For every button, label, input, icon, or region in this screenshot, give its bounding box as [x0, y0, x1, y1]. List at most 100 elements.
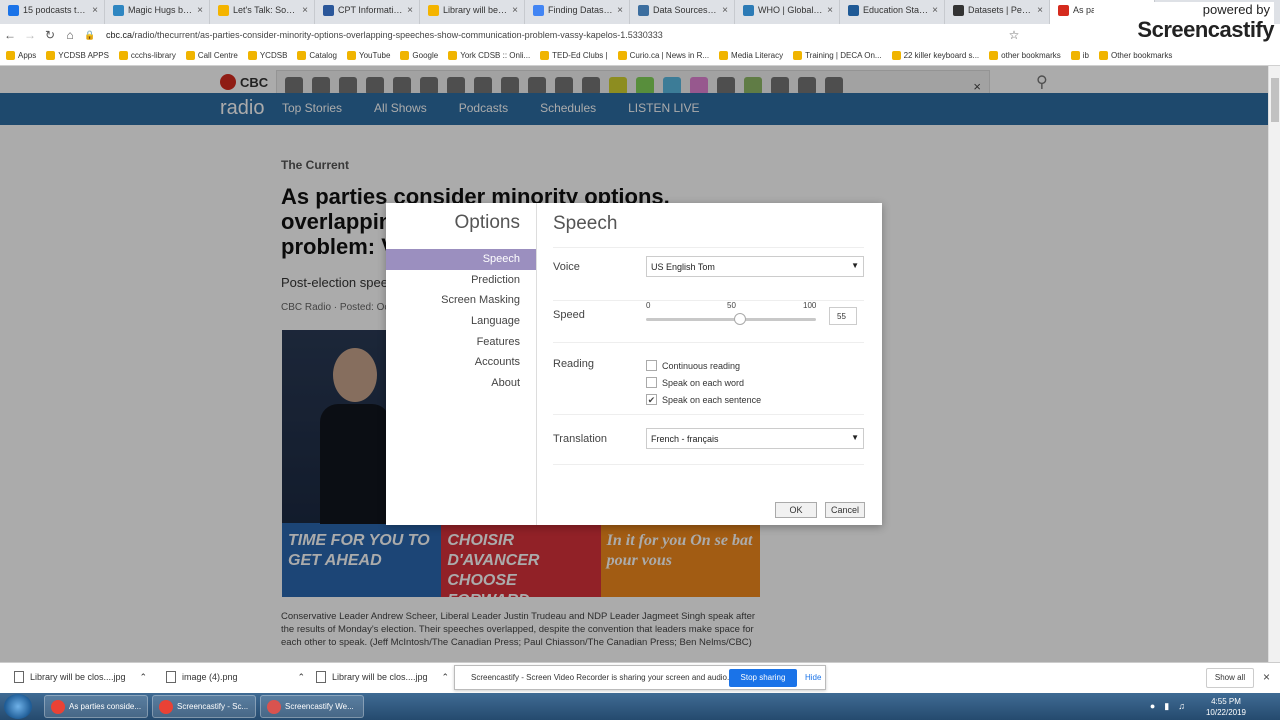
close-tab-icon[interactable]: × — [722, 5, 728, 16]
close-tab-icon[interactable]: × — [932, 5, 938, 16]
taskbar-button[interactable]: As parties conside... — [44, 695, 148, 718]
browser-tab[interactable]: Education Statisti × — [840, 0, 945, 24]
options-menu-language[interactable]: Language — [386, 311, 536, 332]
translation-select[interactable]: French - français ▼ — [646, 428, 864, 449]
checkbox[interactable] — [646, 377, 657, 388]
close-tab-icon[interactable]: × — [197, 5, 203, 16]
bookmark-item[interactable]: YCDSB APPS — [46, 51, 109, 60]
options-menu-prediction[interactable]: Prediction — [386, 270, 536, 291]
screen-sharing-notice: Screencastify - Screen Video Recorder is… — [454, 665, 826, 690]
network-icon[interactable]: ▮ — [1164, 701, 1169, 712]
options-menu-about[interactable]: About — [386, 373, 536, 394]
bookmark-item[interactable]: ib — [1070, 51, 1089, 60]
checkbox[interactable]: ✔ — [646, 394, 657, 405]
bookmark-item[interactable]: York CDSB :: Onli... — [448, 51, 530, 60]
bookmark-label: Other bookmarks — [1110, 51, 1173, 60]
chevron-up-icon[interactable]: ⌃ — [298, 672, 306, 683]
bookmark-item[interactable]: Call Centre — [185, 51, 238, 60]
close-tab-icon[interactable]: × — [512, 5, 518, 16]
bookmark-item[interactable]: TED-Ed Clubs | — [540, 51, 608, 60]
speed-slider-handle[interactable] — [733, 313, 746, 325]
speed-slider-track[interactable] — [646, 313, 816, 325]
reading-option[interactable]: Continuous reading — [646, 360, 740, 371]
cancel-button[interactable]: Cancel — [825, 502, 865, 518]
reload-icon[interactable]: ↻ — [40, 28, 60, 42]
options-title: Options — [454, 212, 520, 233]
voice-select[interactable]: US English Tom ▼ — [646, 256, 864, 277]
download-item[interactable]: Library will be clos....jpg ⌃ — [14, 671, 147, 683]
bookmark-item[interactable]: Catalog — [297, 51, 337, 60]
windows-start-icon[interactable] — [4, 694, 32, 719]
bookmark-item[interactable]: YCDSB — [247, 51, 287, 60]
scrollbar-thumb[interactable] — [1271, 78, 1279, 122]
close-tab-icon[interactable]: × — [407, 5, 413, 16]
reading-option[interactable]: Speak on each word — [646, 377, 744, 388]
taskbar-clock[interactable]: 4:55 PM 10/22/2019 — [1206, 696, 1246, 718]
close-tab-icon[interactable]: × — [617, 5, 623, 16]
close-tab-icon[interactable]: × — [302, 5, 308, 16]
url-field[interactable]: cbc.ca/radio/thecurrent/as-parties-consi… — [106, 30, 886, 40]
browser-tab[interactable]: Library will be clo × — [420, 0, 525, 24]
tab-title: Library will be clo — [443, 5, 509, 15]
bookmark-label: 22 killer keyboard s... — [903, 51, 980, 60]
browser-tab[interactable]: Let's Talk: Social × — [210, 0, 315, 24]
download-item[interactable]: image (4).png ⌃ — [166, 671, 305, 683]
taskbar-button[interactable]: Screencastify We... — [260, 695, 364, 718]
bookmark-item[interactable]: Media Literacy — [719, 51, 783, 60]
checkbox[interactable] — [646, 360, 657, 371]
reading-option[interactable]: ✔ Speak on each sentence — [646, 394, 761, 405]
taskbar-button[interactable]: Screencastify - Sc... — [152, 695, 256, 718]
options-menu-speech[interactable]: Speech — [386, 249, 536, 270]
mic-icon[interactable]: ● — [1150, 701, 1155, 712]
bookmark-item[interactable]: ccchs-library — [118, 51, 176, 60]
chevron-up-icon[interactable]: ⌃ — [442, 672, 450, 683]
bookmark-item[interactable]: YouTube — [346, 51, 390, 60]
cancel-label: Cancel — [830, 505, 859, 515]
speed-value: 55 — [837, 312, 846, 321]
close-tab-icon[interactable]: × — [1037, 5, 1043, 16]
browser-tab[interactable]: Magic Hugs by T × — [105, 0, 210, 24]
bookmark-icon — [185, 51, 195, 60]
bookmark-item[interactable]: Training | DECA On... — [793, 51, 882, 60]
show-all-button[interactable]: Show all — [1206, 668, 1254, 688]
browser-tab[interactable]: WHO | Global He × — [735, 0, 840, 24]
hide-link[interactable]: Hide — [805, 673, 821, 682]
chevron-up-icon[interactable]: ⌃ — [140, 672, 148, 683]
close-icon[interactable]: × — [1263, 670, 1270, 684]
back-icon[interactable]: ← — [0, 28, 20, 42]
options-menu-features[interactable]: Features — [386, 332, 536, 353]
bookmark-label: Google — [412, 51, 439, 60]
bookmark-label: other bookmarks — [1001, 51, 1061, 60]
screencastify-icon — [267, 700, 281, 714]
tab-title: WHO | Global He — [758, 5, 824, 15]
close-tab-icon[interactable]: × — [827, 5, 833, 16]
volume-icon[interactable]: ♫ — [1178, 701, 1185, 712]
browser-tab[interactable]: Finding Datasets × — [525, 0, 630, 24]
page-scrollbar[interactable] — [1268, 66, 1280, 662]
home-icon[interactable]: ⌂ — [60, 28, 80, 42]
ok-button[interactable]: OK — [775, 502, 817, 518]
tab-favicon — [323, 5, 334, 16]
bookmark-item[interactable]: Curio.ca | News in R... — [617, 51, 710, 60]
bookmark-item[interactable]: other bookmarks — [989, 51, 1061, 60]
browser-tab[interactable]: 15 podcasts that × — [0, 0, 105, 24]
download-item[interactable]: Library will be clos....jpg ⌃ — [316, 671, 449, 683]
bookmark-item[interactable]: Apps — [6, 51, 36, 60]
bookmarks-bar: Apps YCDSB APPS ccchs-library Call Centre YC… — [0, 46, 1280, 66]
taskbar-button-label: Screencastify - Sc... — [177, 702, 249, 711]
bookmark-item[interactable]: Google — [400, 51, 438, 60]
options-menu-screen-masking[interactable]: Screen Masking — [386, 290, 536, 311]
stop-sharing-button[interactable]: Stop sharing — [729, 669, 797, 687]
download-name: image (4).png — [182, 672, 238, 682]
close-tab-icon[interactable]: × — [92, 5, 98, 16]
browser-tab[interactable]: Data Sources on × — [630, 0, 735, 24]
options-menu-accounts[interactable]: Accounts — [386, 352, 536, 373]
browser-tab[interactable]: CPT Information × — [315, 0, 420, 24]
speed-input[interactable]: 55 — [829, 307, 857, 325]
forward-icon[interactable]: → — [20, 28, 40, 42]
bookmark-item[interactable]: 22 killer keyboard s... — [891, 51, 980, 60]
bookmark-label: Curio.ca | News in R... — [629, 51, 710, 60]
bookmark-item[interactable]: Other bookmarks — [1098, 51, 1173, 60]
browser-tab[interactable]: Datasets | Pew Re × — [945, 0, 1050, 24]
star-icon[interactable]: ☆ — [1004, 28, 1024, 42]
